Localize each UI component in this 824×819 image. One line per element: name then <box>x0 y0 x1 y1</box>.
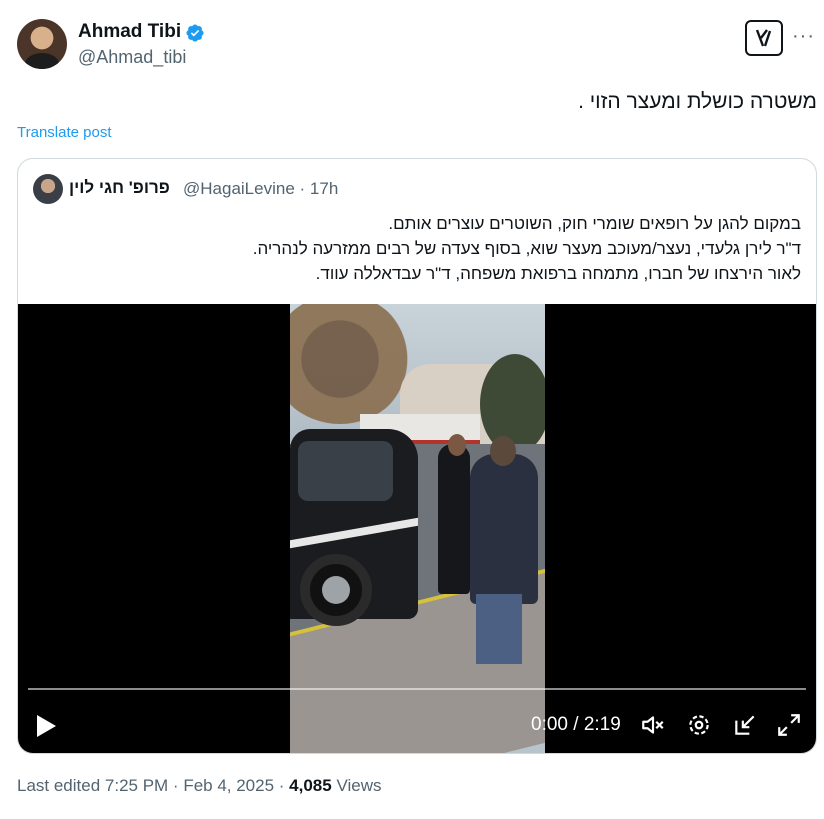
quoted-handle-time: @HagaiLevine · 17h <box>183 179 338 199</box>
play-icon[interactable] <box>35 714 57 738</box>
fullscreen-icon[interactable] <box>776 712 802 738</box>
time-separator: / <box>573 714 579 735</box>
post-meta: Last edited 7:25 PM · Feb 4, 2025 · 4,08… <box>17 776 382 796</box>
quoted-post[interactable]: פרופ' חגי לוין @HagaiLevine · 17h במקום … <box>17 158 817 754</box>
quoted-line: במקום להגן על רופאים שומרי חוק, השוטרים … <box>388 214 801 233</box>
current-time: 0:00 <box>531 714 568 735</box>
volume-icon[interactable] <box>640 712 666 738</box>
tweet-text: משטרה כושלת ומעצר הזוי . <box>578 90 817 113</box>
quoted-line: ד"ר לירן גלעדי, נעצר/מעוכב מעצר שוא, בסו… <box>252 239 801 258</box>
author-avatar[interactable] <box>17 19 67 69</box>
views-label: Views <box>336 776 382 795</box>
quoted-time: 17h <box>309 179 339 198</box>
grok-icon <box>755 29 772 47</box>
author-handle[interactable]: @Ahmad_tibi <box>78 47 186 68</box>
video-time: 0:00 / 2:19 <box>531 714 621 736</box>
pip-icon[interactable] <box>732 712 758 738</box>
grok-button[interactable] <box>745 20 783 56</box>
quoted-avatar <box>33 174 63 204</box>
quoted-author-name: פרופ' חגי לוין <box>69 178 170 197</box>
author-name[interactable]: Ahmad Tibi <box>78 21 181 43</box>
video-frame <box>290 304 545 753</box>
settings-icon[interactable] <box>686 712 712 738</box>
quoted-handle: @HagaiLevine <box>183 179 295 198</box>
quoted-line: לאור הירצחו של חברו, מתמחה ברפואת משפחה,… <box>315 264 801 283</box>
video-player[interactable]: 0:00 / 2:19 <box>18 304 816 753</box>
edited-timestamp[interactable]: Last edited 7:25 PM · Feb 4, 2025 · <box>17 776 284 795</box>
more-icon[interactable]: ··· <box>792 26 815 46</box>
views-count: 4,085 <box>289 776 332 795</box>
duration: 2:19 <box>583 714 621 735</box>
video-progress-bar[interactable] <box>28 688 806 690</box>
quoted-text: במקום להגן על רופאים שומרי חוק, השוטרים … <box>253 211 801 286</box>
quoted-separator: · <box>299 179 306 198</box>
translate-post-link[interactable]: Translate post <box>17 124 112 141</box>
verified-badge-icon <box>186 24 204 42</box>
